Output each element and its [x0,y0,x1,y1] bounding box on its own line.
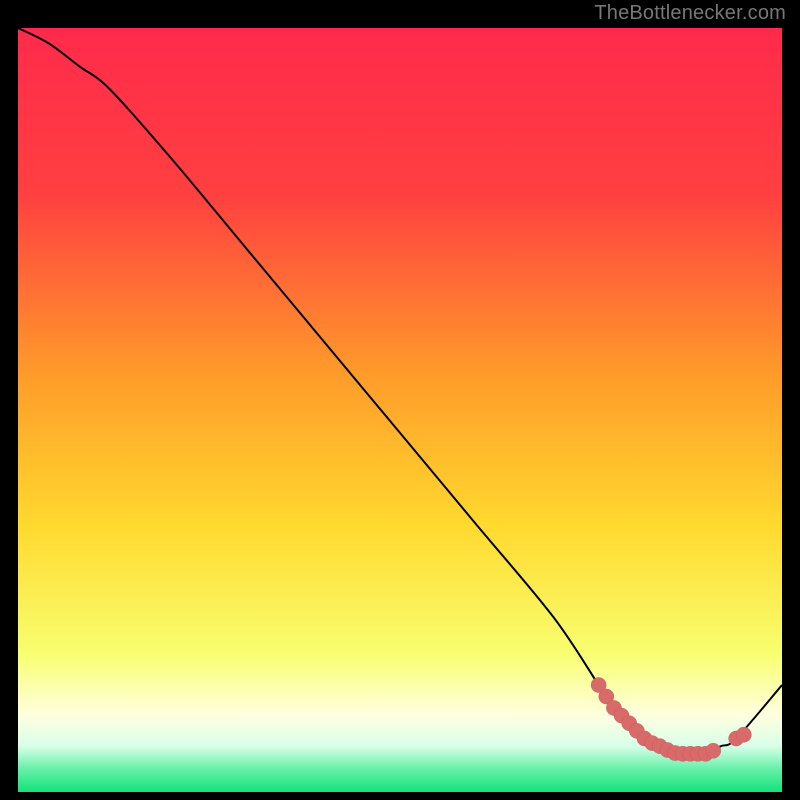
highlight-marker [706,743,721,758]
gradient-background [18,28,782,792]
plot-area [18,28,782,792]
attribution-text: TheBottlenecker.com [594,2,786,25]
chart-stage: TheBottlenecker.com [0,0,800,800]
chart-svg [18,28,782,792]
highlight-marker [736,727,751,742]
